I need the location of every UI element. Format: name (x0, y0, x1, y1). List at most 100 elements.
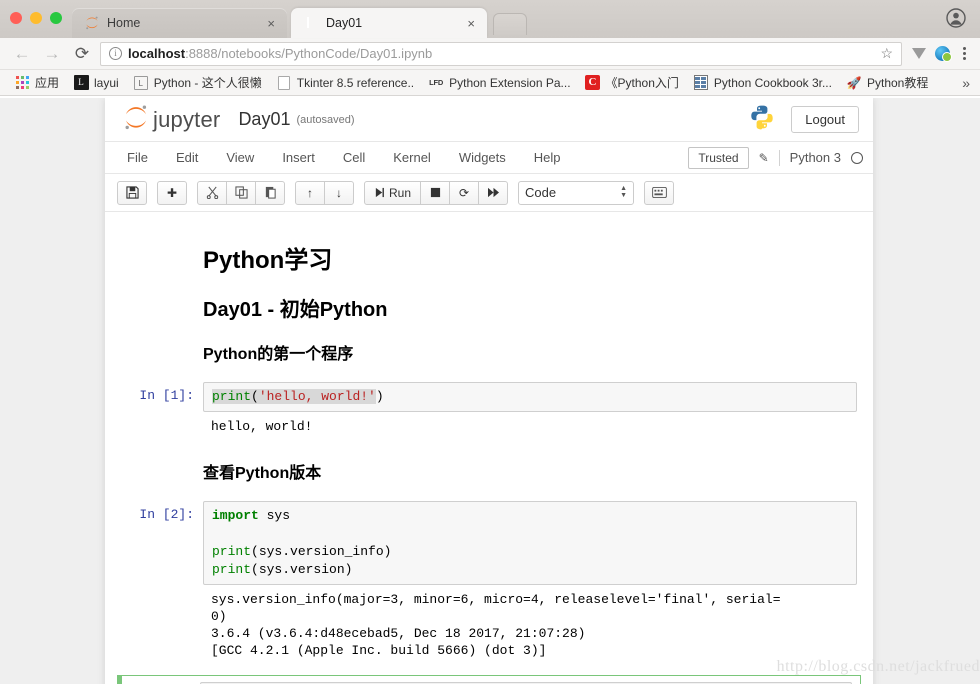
bookmark-layui[interactable]: L layui (67, 73, 125, 93)
profile-avatar-icon[interactable] (946, 8, 966, 28)
copy-cell-button[interactable] (226, 180, 256, 205)
output-stream-text: hello, world! (211, 419, 313, 434)
jupyter-logo-icon (123, 102, 149, 137)
proxy-globe-extension-icon[interactable] (935, 46, 952, 62)
token-punct: ) (375, 389, 384, 404)
logout-button[interactable]: Logout (791, 106, 859, 133)
chrome-menu-icon[interactable] (959, 47, 970, 60)
move-cell-up-button[interactable]: ↑ (295, 180, 325, 205)
cut-cell-button[interactable] (197, 180, 227, 205)
apps-grid-icon (14, 75, 30, 91)
token-punct: ( (251, 389, 259, 404)
bookmark-tkinter-reference[interactable]: Tkinter 8.5 reference.. (270, 73, 420, 93)
edit-pencil-icon[interactable]: ✎ (759, 151, 769, 165)
forward-icon[interactable]: → (40, 42, 64, 66)
chevron-updown-icon: ▲ ▼ (620, 185, 628, 199)
code-cell-2[interactable]: In [2]: import sys print(sys.version_inf… (105, 501, 873, 585)
bookmark-label: Tkinter 8.5 reference.. (296, 75, 415, 90)
menu-item-edit[interactable]: Edit (162, 144, 212, 171)
code-editor[interactable]: print('hello, world!') (203, 382, 857, 412)
bookmark-python-blog[interactable]: L Python - 这个人很懒 (127, 72, 268, 93)
close-window-button[interactable] (10, 12, 22, 24)
token-identifier: sys (258, 508, 291, 523)
code-cell-1[interactable]: In [1]: print('hello, world!') (105, 382, 873, 412)
jupyter-header-right: Logout (749, 104, 859, 135)
page-icon (276, 75, 292, 91)
jupyter-favicon-icon (84, 15, 100, 31)
menu-item-help[interactable]: Help (520, 144, 575, 171)
menu-item-cell[interactable]: Cell (329, 144, 379, 171)
browser-tab-title: Home (107, 16, 141, 30)
code-cell-2-output: sys.version_info(major=3, minor=6, micro… (105, 585, 873, 665)
insert-cell-below-button[interactable]: ✚ (157, 180, 187, 205)
browser-tab-home[interactable]: Home × (72, 8, 287, 38)
back-icon[interactable]: ← (10, 42, 34, 66)
menu-item-widgets[interactable]: Widgets (445, 144, 520, 171)
python-kernel-logo-icon (749, 104, 775, 135)
close-icon[interactable]: × (265, 17, 277, 30)
notebook-favicon-icon (303, 15, 319, 31)
trusted-badge[interactable]: Trusted (688, 146, 749, 169)
url-host: localhost (128, 46, 186, 61)
markdown-cell-version[interactable]: 查看Python版本 (105, 441, 873, 501)
bookmark-python-cookbook[interactable]: Python Cookbook 3r... (687, 73, 838, 93)
bookmark-apps[interactable]: 应用 (8, 72, 65, 93)
menu-item-kernel[interactable]: Kernel (379, 144, 445, 171)
notebook-sheet: jupyter Day01 (autosaved) Logout File Ed… (105, 98, 873, 684)
reload-icon[interactable]: ⟳ (70, 42, 94, 66)
minimize-window-button[interactable] (30, 12, 42, 24)
close-icon[interactable]: × (465, 17, 477, 30)
toolbar-group-save (117, 180, 147, 205)
bookmark-star-icon[interactable]: ☆ (876, 45, 893, 62)
command-palette-button[interactable] (644, 180, 675, 205)
bookmark-label: Python Cookbook 3r... (713, 75, 832, 90)
menu-item-file[interactable]: File (113, 144, 162, 171)
bookmark-label: Python - 这个人很懒 (153, 76, 262, 90)
menu-item-view[interactable]: View (212, 144, 268, 171)
autosave-status: (autosaved) (296, 113, 355, 126)
cookbook-icon (693, 75, 709, 91)
vue-devtools-extension-icon[interactable] (912, 48, 926, 59)
layui-icon: L (73, 75, 89, 91)
letter-l-icon: L (133, 75, 149, 91)
token-string: 'hello, world!' (258, 389, 376, 404)
bookmark-label: Python Extension Pa... (449, 75, 571, 90)
kernel-idle-icon[interactable] (851, 151, 863, 164)
rocket-icon: 🚀 (846, 75, 862, 90)
save-button[interactable] (117, 180, 147, 205)
notebook-name[interactable]: Day01 (238, 109, 290, 130)
address-bar[interactable]: i localhost:8888/notebooks/PythonCode/Da… (100, 41, 902, 66)
notebook-cells-container: Python学习 Day01 - 初始Python Python的第一个程序 I… (105, 212, 873, 684)
move-cell-down-button[interactable]: ↓ (324, 180, 354, 205)
interrupt-kernel-button[interactable] (420, 180, 451, 205)
restart-and-run-all-button[interactable] (478, 180, 509, 205)
bookmark-label: 应用 (35, 76, 60, 90)
token-args: (sys.version) (251, 562, 353, 577)
navigation-toolbar: ← → ⟳ i localhost:8888/notebooks/PythonC… (0, 38, 980, 70)
browser-tab-day01[interactable]: Day01 × (291, 8, 487, 38)
window-traffic-lights (10, 12, 62, 24)
site-info-icon[interactable]: i (109, 47, 122, 60)
cell-type-select[interactable]: Code ▲ ▼ (518, 180, 635, 205)
bookmarks-overflow-icon[interactable]: » (962, 75, 974, 91)
bookmark-python-tutorial[interactable]: 🚀 Python教程 (840, 72, 934, 93)
restart-kernel-button[interactable]: ⟳ (449, 180, 480, 205)
maximize-window-button[interactable] (50, 12, 62, 24)
jupyter-logo[interactable]: jupyter (123, 102, 220, 137)
code-cell-3-selected[interactable]: In [ ]: (117, 675, 861, 684)
bookmark-python-extension-packages[interactable]: LFD Python Extension Pa... (422, 73, 576, 93)
markdown-cell-title[interactable]: Python学习 Day01 - 初始Python Python的第一个程序 (105, 228, 873, 382)
bookmark-label: Python教程 (866, 76, 929, 90)
bookmark-label: 《Python入门 (605, 76, 679, 90)
token-function: print (212, 544, 252, 559)
menu-item-insert[interactable]: Insert (268, 144, 329, 171)
extensions-area (908, 46, 970, 62)
code-editor[interactable]: import sys print(sys.version_info) print… (203, 501, 857, 585)
paste-cell-button[interactable] (255, 180, 285, 205)
new-tab-button[interactable] (493, 13, 527, 35)
token-function: print (212, 389, 252, 404)
jupyter-menubar: File Edit View Insert Cell Kernel Widget… (105, 142, 873, 174)
run-cell-button[interactable]: Run (364, 180, 422, 205)
heading-python-xuexi: Python学习 (203, 247, 333, 274)
bookmark-python-rumen[interactable]: C 《Python入门 (579, 72, 685, 93)
